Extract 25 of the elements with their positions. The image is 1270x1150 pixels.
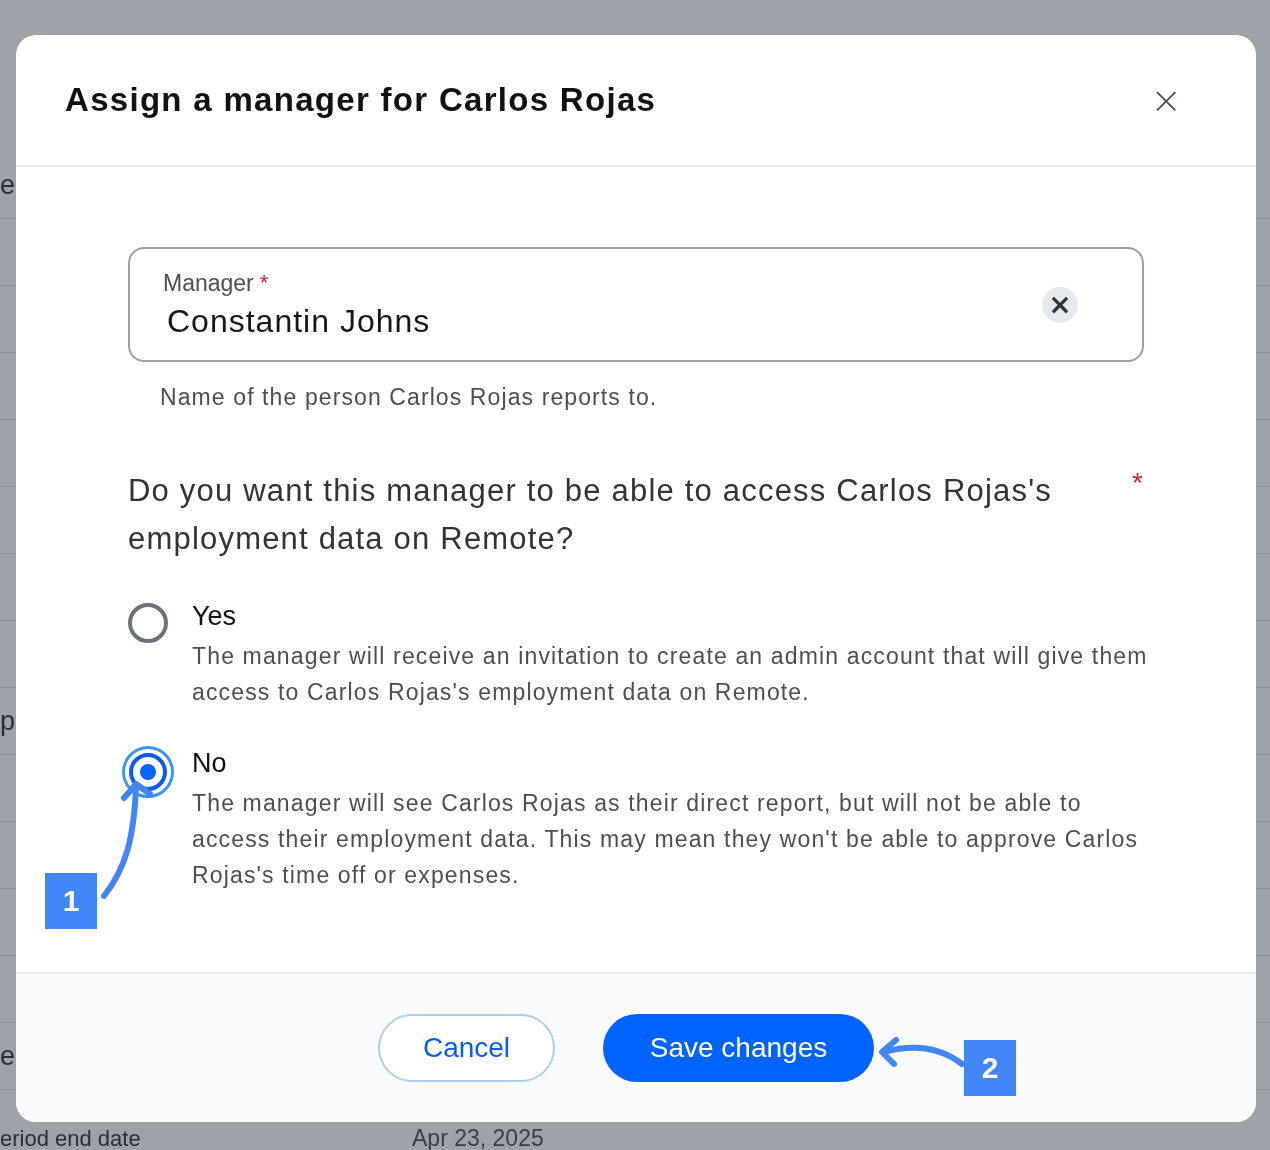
dialog-title: Assign a manager for Carlos Rojas xyxy=(65,81,657,119)
radio-button[interactable] xyxy=(128,603,168,643)
question-text: Do you want this manager to be able to access Carlos Rojas's employment data on Remote? xyxy=(128,472,1053,558)
option-label: Yes xyxy=(192,601,238,632)
row-label: e xyxy=(0,169,17,201)
step-badge: 1 xyxy=(45,873,97,929)
option-description: The manager will see Carlos Rojas as their direct report, but will not be able to access their employment data. This may mean they won't be able to approve Carlos Rojas's time off or expenses. xyxy=(192,789,1140,890)
option-description: The manager will receive an invitation to create an admin account that will give them access to Carlos Rojas's employment data on Remote. xyxy=(192,642,1149,707)
clear-button[interactable]: × xyxy=(1042,286,1078,323)
radio-button[interactable] xyxy=(122,746,174,798)
close-button[interactable]: × xyxy=(1146,81,1186,119)
row-label: p xyxy=(0,705,17,737)
field-value: Constantin Johns xyxy=(167,302,431,340)
save-button[interactable]: Save changes xyxy=(603,1014,874,1082)
cancel-button[interactable]: Cancel xyxy=(378,1014,555,1082)
row-label: eriod end date xyxy=(0,1126,142,1150)
helper-text: Name of the person Carlos Rojas reports to. xyxy=(160,384,659,411)
field-label: Manager xyxy=(163,269,254,297)
step-badge: 2 xyxy=(964,1040,1016,1096)
required-mark: * xyxy=(1132,467,1143,500)
manager-field[interactable]: Manager * Constantin Johns × xyxy=(128,247,1144,362)
row-label: e xyxy=(0,1040,17,1072)
required-mark: * xyxy=(259,269,269,297)
row-value: Apr 23, 2025 xyxy=(412,1125,544,1150)
option-label: No xyxy=(192,748,228,779)
